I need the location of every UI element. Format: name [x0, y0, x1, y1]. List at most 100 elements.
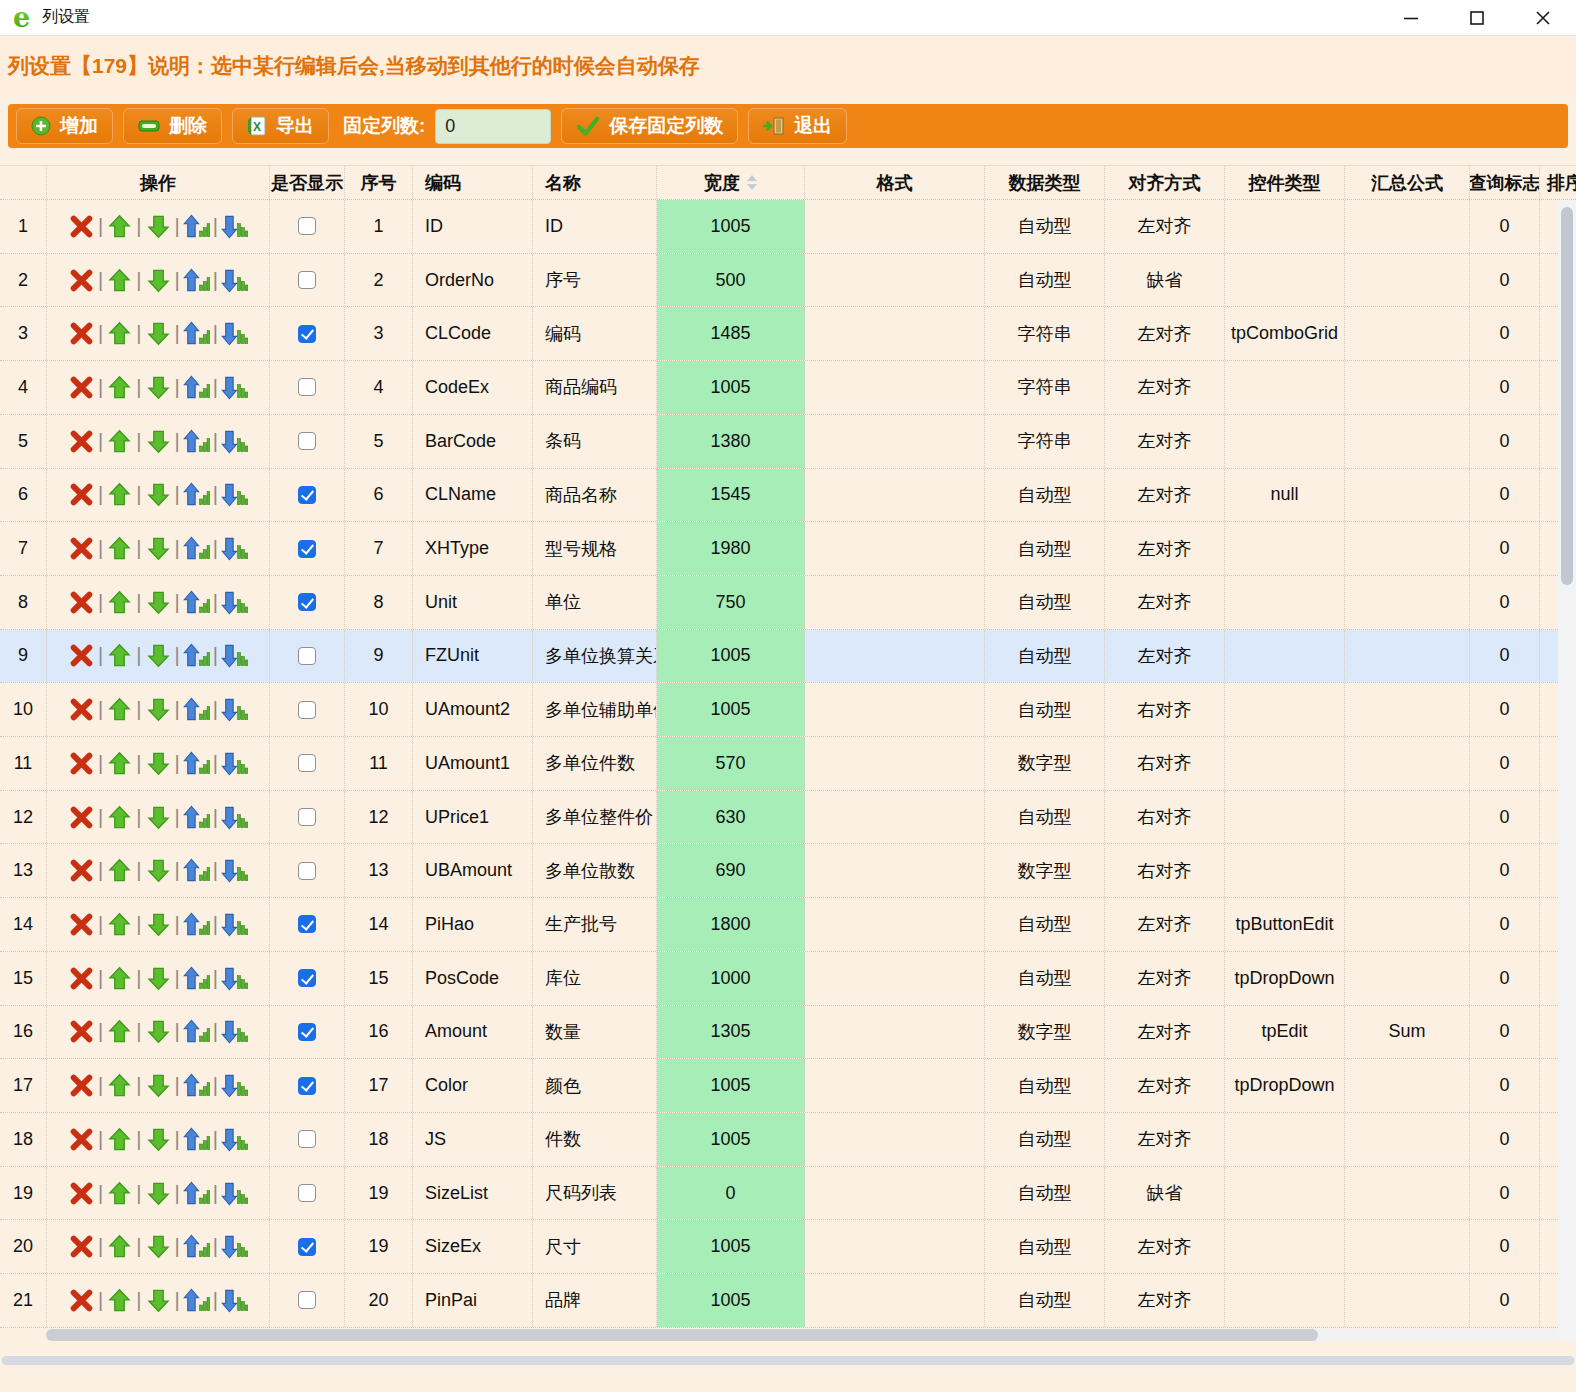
- fixed-columns-input[interactable]: 0: [435, 109, 551, 144]
- save-fixed-columns-button[interactable]: 保存固定列数: [561, 108, 738, 144]
- delete-row-icon[interactable]: [68, 1180, 95, 1207]
- move-down-icon[interactable]: [145, 481, 172, 508]
- delete-row-icon[interactable]: [68, 213, 95, 240]
- visible-checkbox[interactable]: [298, 647, 316, 665]
- move-to-bottom-icon[interactable]: [221, 213, 248, 240]
- move-to-top-icon[interactable]: [183, 267, 210, 294]
- move-to-bottom-icon[interactable]: [221, 267, 248, 294]
- delete-row-icon[interactable]: [68, 1233, 95, 1260]
- move-to-top-icon[interactable]: [183, 1018, 210, 1045]
- move-up-icon[interactable]: [106, 1072, 133, 1099]
- delete-row-icon[interactable]: [68, 481, 95, 508]
- move-to-bottom-icon[interactable]: [221, 642, 248, 669]
- table-row[interactable]: 17||||17Color颜色1005自动型左对齐tpDropDown0: [0, 1059, 1558, 1113]
- visible-checkbox[interactable]: [298, 1184, 316, 1202]
- delete-row-icon[interactable]: [68, 911, 95, 938]
- move-to-top-icon[interactable]: [183, 1072, 210, 1099]
- move-up-icon[interactable]: [106, 1233, 133, 1260]
- move-up-icon[interactable]: [106, 696, 133, 723]
- delete-row-icon[interactable]: [68, 589, 95, 616]
- visible-checkbox[interactable]: [298, 217, 316, 235]
- move-down-icon[interactable]: [145, 535, 172, 562]
- move-down-icon[interactable]: [145, 911, 172, 938]
- visible-checkbox[interactable]: [298, 432, 316, 450]
- table-row[interactable]: 16||||16Amount数量1305数字型左对齐tpEditSum0: [0, 1006, 1558, 1060]
- move-down-icon[interactable]: [145, 1287, 172, 1314]
- visible-checkbox[interactable]: [298, 754, 316, 772]
- move-to-top-icon[interactable]: [183, 481, 210, 508]
- move-to-top-icon[interactable]: [183, 642, 210, 669]
- visible-checkbox[interactable]: [298, 271, 316, 289]
- table-row[interactable]: 7||||7XHType型号规格1980自动型左对齐0: [0, 522, 1558, 576]
- move-down-icon[interactable]: [145, 320, 172, 347]
- delete-row-icon[interactable]: [68, 965, 95, 992]
- add-button[interactable]: 增加: [16, 108, 113, 144]
- move-down-icon[interactable]: [145, 965, 172, 992]
- visible-checkbox[interactable]: [298, 1238, 316, 1256]
- table-row[interactable]: 6||||6CLName商品名称1545自动型左对齐null0: [0, 469, 1558, 523]
- table-row[interactable]: 21||||20PinPai品牌1005自动型左对齐0: [0, 1274, 1558, 1328]
- maximize-button[interactable]: [1444, 0, 1510, 36]
- visible-checkbox[interactable]: [298, 915, 316, 933]
- move-to-bottom-icon[interactable]: [221, 1072, 248, 1099]
- move-down-icon[interactable]: [145, 1126, 172, 1153]
- visible-checkbox[interactable]: [298, 593, 316, 611]
- move-down-icon[interactable]: [145, 428, 172, 455]
- header-visible[interactable]: 是否显示: [270, 166, 345, 199]
- move-up-icon[interactable]: [106, 374, 133, 401]
- move-up-icon[interactable]: [106, 750, 133, 777]
- delete-row-icon[interactable]: [68, 1287, 95, 1314]
- move-up-icon[interactable]: [106, 320, 133, 347]
- visible-checkbox[interactable]: [298, 1291, 316, 1309]
- move-to-bottom-icon[interactable]: [221, 1233, 248, 1260]
- move-up-icon[interactable]: [106, 535, 133, 562]
- table-row[interactable]: 5||||5BarCode条码1380字符串左对齐0: [0, 415, 1558, 469]
- move-to-bottom-icon[interactable]: [221, 374, 248, 401]
- move-to-top-icon[interactable]: [183, 428, 210, 455]
- move-to-top-icon[interactable]: [183, 1287, 210, 1314]
- move-to-top-icon[interactable]: [183, 589, 210, 616]
- move-to-bottom-icon[interactable]: [221, 1018, 248, 1045]
- move-down-icon[interactable]: [145, 1018, 172, 1045]
- move-to-top-icon[interactable]: [183, 1126, 210, 1153]
- move-down-icon[interactable]: [145, 696, 172, 723]
- close-button[interactable]: [1510, 0, 1576, 36]
- move-to-top-icon[interactable]: [183, 320, 210, 347]
- bottom-panel-scrollbar[interactable]: [2, 1356, 1574, 1365]
- delete-row-icon[interactable]: [68, 267, 95, 294]
- visible-checkbox[interactable]: [298, 862, 316, 880]
- table-row[interactable]: 3||||3CLCode编码1485字符串左对齐tpComboGrid0: [0, 307, 1558, 361]
- visible-checkbox[interactable]: [298, 378, 316, 396]
- move-down-icon[interactable]: [145, 213, 172, 240]
- vertical-scrollbar-thumb[interactable]: [1561, 207, 1573, 585]
- table-row[interactable]: 2||||2OrderNo序号500自动型缺省0: [0, 254, 1558, 308]
- move-to-bottom-icon[interactable]: [221, 1287, 248, 1314]
- move-down-icon[interactable]: [145, 642, 172, 669]
- move-to-top-icon[interactable]: [183, 1233, 210, 1260]
- header-seq[interactable]: 序号: [345, 166, 413, 199]
- header-datatype[interactable]: 数据类型: [985, 166, 1105, 199]
- move-to-bottom-icon[interactable]: [221, 696, 248, 723]
- move-up-icon[interactable]: [106, 911, 133, 938]
- table-row[interactable]: 13||||13UBAmount多单位散数690数字型右对齐0: [0, 844, 1558, 898]
- table-row[interactable]: 10||||10UAmount2多单位辅助单位1005自动型右对齐0: [0, 683, 1558, 737]
- move-to-top-icon[interactable]: [183, 535, 210, 562]
- move-down-icon[interactable]: [145, 804, 172, 831]
- move-up-icon[interactable]: [106, 1287, 133, 1314]
- move-down-icon[interactable]: [145, 1072, 172, 1099]
- move-to-top-icon[interactable]: [183, 1180, 210, 1207]
- table-row[interactable]: 14||||14PiHao生产批号1800自动型左对齐tpButtonEdit0: [0, 898, 1558, 952]
- header-format[interactable]: 格式: [805, 166, 985, 199]
- move-down-icon[interactable]: [145, 857, 172, 884]
- move-to-bottom-icon[interactable]: [221, 750, 248, 777]
- table-row[interactable]: 15||||15PosCode库位1000自动型左对齐tpDropDown0: [0, 952, 1558, 1006]
- move-up-icon[interactable]: [106, 267, 133, 294]
- delete-row-icon[interactable]: [68, 750, 95, 777]
- header-name[interactable]: 名称: [533, 166, 657, 199]
- move-up-icon[interactable]: [106, 642, 133, 669]
- move-to-bottom-icon[interactable]: [221, 804, 248, 831]
- visible-checkbox[interactable]: [298, 701, 316, 719]
- move-up-icon[interactable]: [106, 589, 133, 616]
- move-to-bottom-icon[interactable]: [221, 589, 248, 616]
- table-row[interactable]: 1||||1IDID1005自动型左对齐0: [0, 200, 1558, 254]
